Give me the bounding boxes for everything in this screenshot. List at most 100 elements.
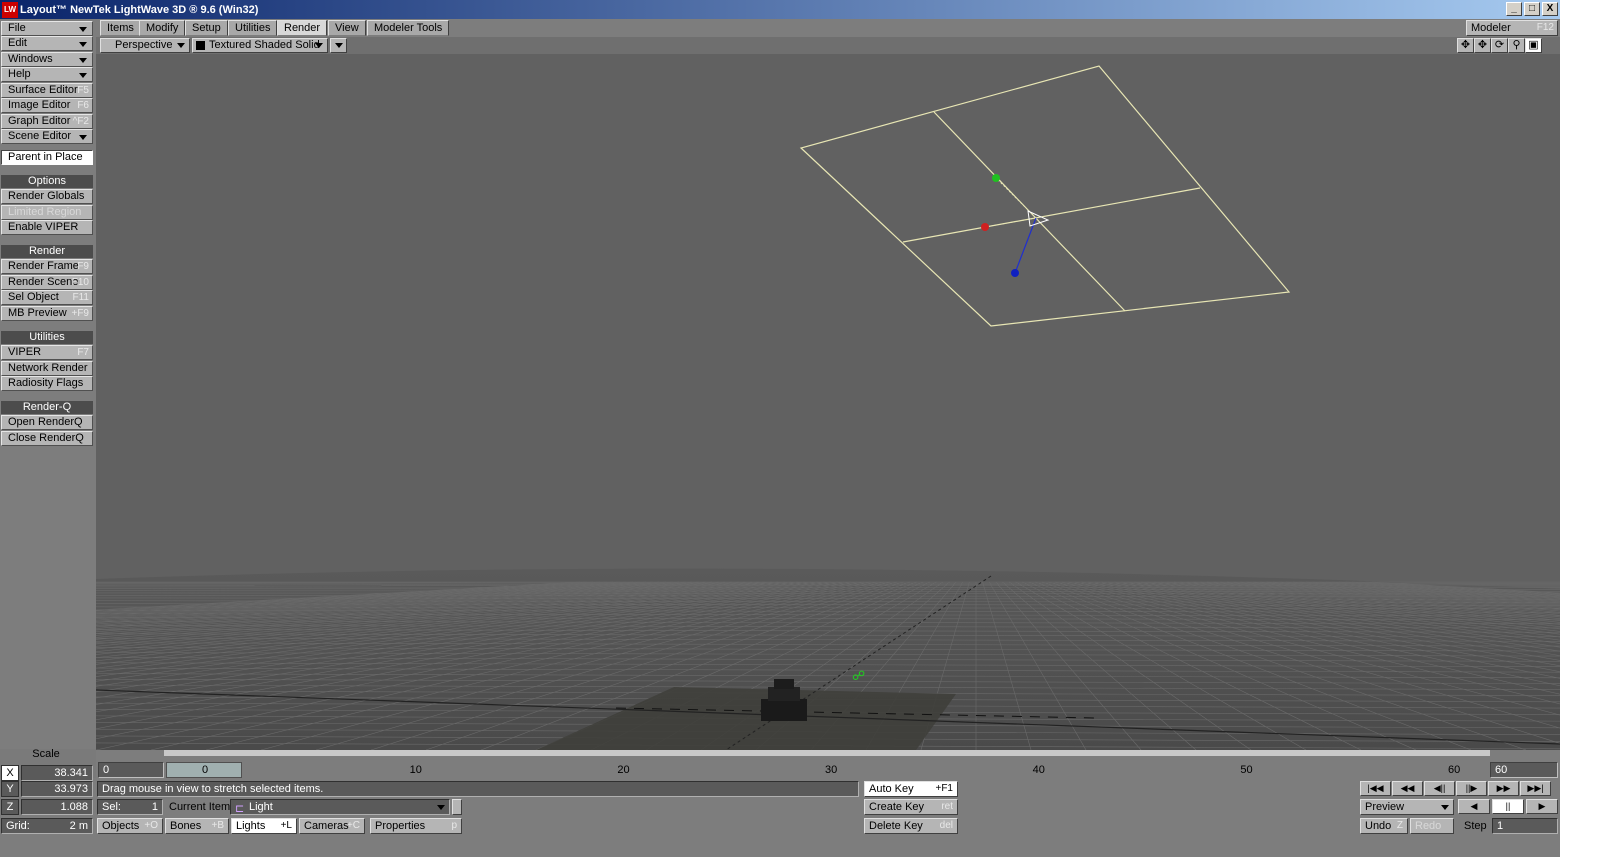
prev-key-icon[interactable]: ◀◀ bbox=[1392, 781, 1423, 796]
last-frame-icon[interactable]: ▶▶| bbox=[1520, 781, 1551, 796]
render-scene-button[interactable]: Render Scene F10 bbox=[1, 275, 93, 290]
y-position-field[interactable]: 33.973 bbox=[21, 781, 93, 797]
network-render-button[interactable]: Network Render bbox=[1, 361, 93, 376]
shortcut-label: +F9 bbox=[71, 308, 89, 319]
tab-utilities[interactable]: Utilities bbox=[228, 20, 278, 36]
viper-label: VIPER bbox=[8, 346, 42, 358]
minimize-button[interactable]: _ bbox=[1506, 2, 1522, 16]
tab-view[interactable]: View bbox=[328, 20, 366, 36]
image-editor-button[interactable]: Image Editor F6 bbox=[1, 98, 93, 113]
mb-preview-button[interactable]: MB Preview +F9 bbox=[1, 306, 93, 321]
limited-region-button[interactable]: Limited Region bbox=[1, 205, 93, 220]
close-renderq-button[interactable]: Close RenderQ bbox=[1, 431, 93, 446]
objects-label: Objects bbox=[102, 820, 140, 832]
shortcut-label: F11 bbox=[72, 292, 90, 303]
item-picker-icon[interactable] bbox=[452, 799, 462, 815]
shortcut-label: F6 bbox=[77, 100, 89, 111]
windows-menu[interactable]: Windows bbox=[1, 52, 93, 67]
shortcut-label: Z bbox=[1396, 820, 1403, 831]
first-frame-icon[interactable]: |◀◀ bbox=[1360, 781, 1391, 796]
sel-object-button[interactable]: Sel Object F11 bbox=[1, 290, 93, 305]
frame-tick-label: 10 bbox=[409, 764, 422, 776]
shortcut-label: ^F2 bbox=[72, 116, 89, 127]
grid-size-field[interactable]: Grid: 2 m bbox=[1, 818, 93, 834]
surface-editor-button[interactable]: Surface Editor F5 bbox=[1, 83, 93, 98]
grid-value: 2 m bbox=[69, 820, 88, 832]
cameras-button[interactable]: Cameras +C bbox=[299, 818, 365, 834]
shortcut-label: del bbox=[939, 820, 953, 831]
redo-button[interactable]: Redo bbox=[1410, 818, 1454, 834]
graph-editor-button[interactable]: Graph Editor ^F2 bbox=[1, 114, 93, 129]
render-frame-label: Render Frame bbox=[8, 260, 79, 272]
frame-tick-label: 40 bbox=[1032, 764, 1045, 776]
next-frame-icon[interactable]: ||▶ bbox=[1456, 781, 1487, 796]
viewport-options-icon[interactable] bbox=[330, 38, 347, 53]
rotate-view-icon[interactable]: ⟳ bbox=[1491, 38, 1508, 53]
objects-button[interactable]: Objects +O bbox=[97, 818, 163, 834]
move-view-icon[interactable]: ✥ bbox=[1457, 38, 1474, 53]
play-forward-icon[interactable]: ▶ bbox=[1526, 799, 1558, 814]
shortcut-label: ret bbox=[941, 801, 953, 812]
close-button[interactable]: X bbox=[1542, 2, 1558, 16]
file-menu[interactable]: File bbox=[1, 21, 93, 36]
help-menu[interactable]: Help bbox=[1, 67, 93, 82]
perspective-viewport[interactable]: ☍ bbox=[96, 54, 1560, 750]
end-frame-field[interactable]: 60 bbox=[1490, 762, 1558, 778]
tab-items[interactable]: Items bbox=[100, 20, 141, 36]
radiosity-flags-button[interactable]: Radiosity Flags bbox=[1, 376, 93, 391]
bones-button[interactable]: Bones +B bbox=[165, 818, 229, 834]
properties-button[interactable]: Properties p bbox=[370, 818, 462, 834]
tab-render[interactable]: Render bbox=[277, 20, 328, 36]
maximize-view-icon[interactable]: ▣ bbox=[1525, 38, 1542, 53]
render-mode-select[interactable]: Textured Shaded Solid bbox=[192, 38, 328, 53]
preview-label: Preview bbox=[1365, 801, 1405, 813]
start-frame-field[interactable]: 0 bbox=[98, 762, 164, 778]
scene-canvas: ☍ bbox=[96, 54, 1560, 750]
enable-viper-button[interactable]: Enable VIPER bbox=[1, 220, 93, 235]
sel-object-label: Sel Object bbox=[8, 291, 59, 303]
tab-modeler-tools[interactable]: Modeler Tools bbox=[367, 20, 450, 36]
step-field[interactable]: 1 bbox=[1492, 818, 1558, 834]
auto-key-toggle[interactable]: Auto Key +F1 bbox=[864, 781, 958, 797]
delete-key-button[interactable]: Delete Key del bbox=[864, 818, 958, 834]
properties-label: Properties bbox=[375, 820, 426, 832]
sel-label: Sel: bbox=[102, 801, 121, 813]
parent-in-place-toggle[interactable]: Parent in Place bbox=[1, 150, 93, 165]
modeler-button[interactable]: Modeler F12 bbox=[1466, 20, 1558, 36]
maximize-button[interactable]: □ bbox=[1524, 2, 1540, 16]
zoom-view-icon[interactable]: ⚲ bbox=[1508, 38, 1525, 53]
title-bar: LW Layout™ NewTek LightWave 3D ® 9.6 (Wi… bbox=[0, 0, 1560, 19]
current-item-select[interactable]: ⊏ Light bbox=[230, 799, 450, 815]
move-view-icon[interactable]: ✥ bbox=[1474, 38, 1491, 53]
status-message: Drag mouse in view to stretch selected i… bbox=[97, 781, 859, 797]
desktop-edge bbox=[1560, 0, 1609, 857]
tab-modify[interactable]: Modify bbox=[139, 20, 186, 36]
frame-slider[interactable]: 0 10 20 30 40 50 60 bbox=[164, 750, 1490, 778]
edit-menu[interactable]: Edit bbox=[1, 36, 93, 51]
next-key-icon[interactable]: ▶▶ bbox=[1488, 781, 1519, 796]
pause-icon[interactable]: || bbox=[1492, 799, 1524, 814]
prev-frame-icon[interactable]: ◀|| bbox=[1424, 781, 1455, 796]
z-axis-toggle[interactable]: Z bbox=[1, 799, 19, 815]
renderq-heading: Render-Q bbox=[1, 401, 93, 414]
lights-button[interactable]: Lights +L bbox=[231, 818, 297, 834]
scene-editor-button[interactable]: Scene Editor bbox=[1, 129, 93, 144]
preview-menu[interactable]: Preview bbox=[1360, 799, 1454, 815]
render-globals-button[interactable]: Render Globals bbox=[1, 189, 93, 204]
y-axis-toggle[interactable]: Y bbox=[1, 781, 19, 797]
create-key-button[interactable]: Create Key ret bbox=[864, 799, 958, 815]
frame-tick-label: 60 bbox=[1448, 764, 1461, 776]
z-position-field[interactable]: 1.088 bbox=[21, 799, 93, 815]
play-reverse-icon[interactable]: ◀ bbox=[1458, 799, 1490, 814]
tab-setup[interactable]: Setup bbox=[185, 20, 228, 36]
selection-count: Sel: 1 bbox=[97, 799, 163, 815]
view-type-label: Perspective bbox=[115, 39, 173, 51]
open-renderq-button[interactable]: Open RenderQ bbox=[1, 415, 93, 430]
x-position-field[interactable]: 38.341 bbox=[21, 765, 93, 781]
sel-count-value: 1 bbox=[151, 801, 158, 813]
viper-button[interactable]: VIPER F7 bbox=[1, 345, 93, 360]
undo-button[interactable]: Undo Z bbox=[1360, 818, 1408, 834]
x-axis-toggle[interactable]: X bbox=[1, 765, 19, 781]
render-frame-button[interactable]: Render Frame F9 bbox=[1, 259, 93, 274]
view-type-select[interactable]: Perspective bbox=[100, 38, 190, 53]
